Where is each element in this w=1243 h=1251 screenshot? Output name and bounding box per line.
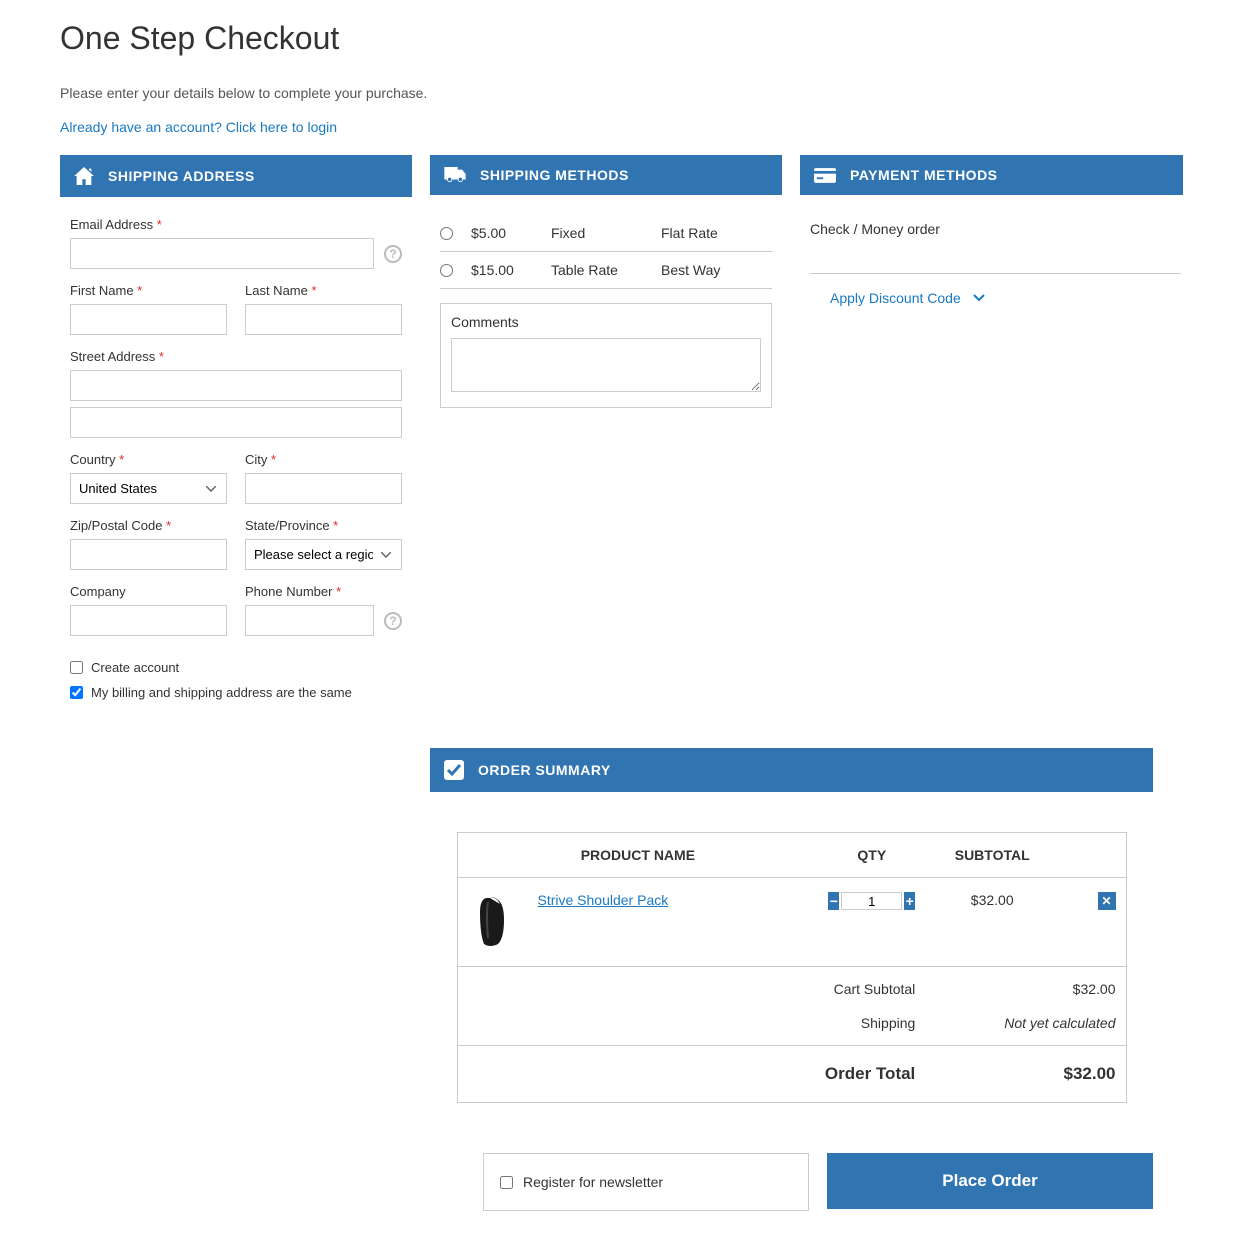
shipping-option[interactable]: $5.00 Fixed Flat Rate bbox=[440, 215, 772, 252]
product-name-link[interactable]: Strive Shoulder Pack bbox=[538, 892, 669, 908]
phone-field[interactable] bbox=[245, 605, 374, 636]
state-select[interactable]: Please select a region bbox=[245, 539, 402, 570]
billing-same-label: My billing and shipping address are the … bbox=[91, 685, 352, 700]
comments-label: Comments bbox=[451, 314, 761, 330]
shipping-name: Fixed bbox=[551, 225, 661, 241]
qty-decrease-button[interactable]: − bbox=[828, 892, 839, 910]
truck-icon bbox=[444, 167, 466, 183]
shipping-price: $5.00 bbox=[471, 225, 551, 241]
checkbox-icon bbox=[444, 760, 464, 780]
shipping-name: Table Rate bbox=[551, 262, 661, 278]
shipping-carrier: Best Way bbox=[661, 262, 772, 278]
company-label: Company bbox=[70, 584, 227, 599]
house-icon bbox=[74, 167, 94, 185]
credit-card-icon bbox=[814, 168, 836, 183]
newsletter-checkbox[interactable] bbox=[500, 1176, 513, 1189]
order-summary-header: ORDER SUMMARY bbox=[430, 748, 1153, 792]
newsletter-label: Register for newsletter bbox=[523, 1174, 663, 1190]
col-subtotal: SUBTOTAL bbox=[925, 833, 1059, 878]
product-thumbnail bbox=[468, 892, 518, 952]
create-account-checkbox[interactable] bbox=[70, 661, 83, 674]
zip-label: Zip/Postal Code bbox=[70, 518, 227, 533]
cart-subtotal-value: $32.00 bbox=[925, 967, 1126, 1012]
first-name-label: First Name bbox=[70, 283, 227, 298]
street-field-2[interactable] bbox=[70, 407, 402, 438]
help-icon[interactable]: ? bbox=[384, 245, 402, 263]
street-label: Street Address bbox=[70, 349, 402, 364]
shipping-carrier: Flat Rate bbox=[661, 225, 772, 241]
shipping-value: Not yet calculated bbox=[925, 1011, 1126, 1046]
shipping-radio-bestway[interactable] bbox=[440, 264, 453, 277]
col-qty: QTY bbox=[818, 833, 925, 878]
last-name-field[interactable] bbox=[245, 304, 402, 335]
apply-discount-toggle[interactable]: Apply Discount Code bbox=[810, 274, 1181, 306]
email-field[interactable] bbox=[70, 238, 374, 269]
company-field[interactable] bbox=[70, 605, 227, 636]
remove-item-button[interactable]: ✕ bbox=[1098, 892, 1116, 910]
shipping-label: Shipping bbox=[457, 1011, 925, 1046]
shipping-radio-flatrate[interactable] bbox=[440, 227, 453, 240]
page-title: One Step Checkout bbox=[60, 20, 1183, 57]
shipping-option[interactable]: $15.00 Table Rate Best Way bbox=[440, 252, 772, 289]
shipping-price: $15.00 bbox=[471, 262, 551, 278]
order-total-label: Order Total bbox=[457, 1046, 925, 1103]
country-select[interactable]: United States bbox=[70, 473, 227, 504]
login-link[interactable]: Already have an account? Click here to l… bbox=[60, 119, 337, 135]
billing-same-checkbox[interactable] bbox=[70, 686, 83, 699]
state-label: State/Province bbox=[245, 518, 402, 533]
payment-option-check[interactable]: Check / Money order bbox=[810, 215, 1181, 243]
item-subtotal: $32.00 bbox=[925, 878, 1059, 967]
help-icon[interactable]: ? bbox=[384, 612, 402, 630]
create-account-label: Create account bbox=[91, 660, 179, 675]
shipping-address-header: SHIPPING ADDRESS bbox=[60, 155, 412, 197]
chevron-down-icon bbox=[973, 294, 985, 302]
place-order-button[interactable]: Place Order bbox=[827, 1153, 1153, 1209]
city-field[interactable] bbox=[245, 473, 402, 504]
order-summary-table: PRODUCT NAME QTY SUBTOTAL Strive Shoulde… bbox=[457, 832, 1127, 1103]
comments-textarea[interactable] bbox=[451, 338, 761, 392]
intro-text: Please enter your details below to compl… bbox=[60, 85, 1183, 101]
zip-field[interactable] bbox=[70, 539, 227, 570]
col-product: PRODUCT NAME bbox=[457, 833, 818, 878]
city-label: City bbox=[245, 452, 402, 467]
phone-label: Phone Number bbox=[245, 584, 402, 599]
order-total-value: $32.00 bbox=[925, 1046, 1126, 1103]
first-name-field[interactable] bbox=[70, 304, 227, 335]
order-item-row: Strive Shoulder Pack − + $32.00 ✕ bbox=[457, 878, 1126, 967]
street-field-1[interactable] bbox=[70, 370, 402, 401]
country-label: Country bbox=[70, 452, 227, 467]
cart-subtotal-label: Cart Subtotal bbox=[457, 967, 925, 1012]
qty-input[interactable] bbox=[841, 892, 902, 910]
shipping-methods-header: SHIPPING METHODS bbox=[430, 155, 782, 195]
last-name-label: Last Name bbox=[245, 283, 402, 298]
email-label: Email Address bbox=[70, 217, 402, 232]
qty-increase-button[interactable]: + bbox=[904, 892, 915, 910]
newsletter-box: Register for newsletter bbox=[483, 1153, 809, 1211]
payment-methods-header: PAYMENT METHODS bbox=[800, 155, 1183, 195]
